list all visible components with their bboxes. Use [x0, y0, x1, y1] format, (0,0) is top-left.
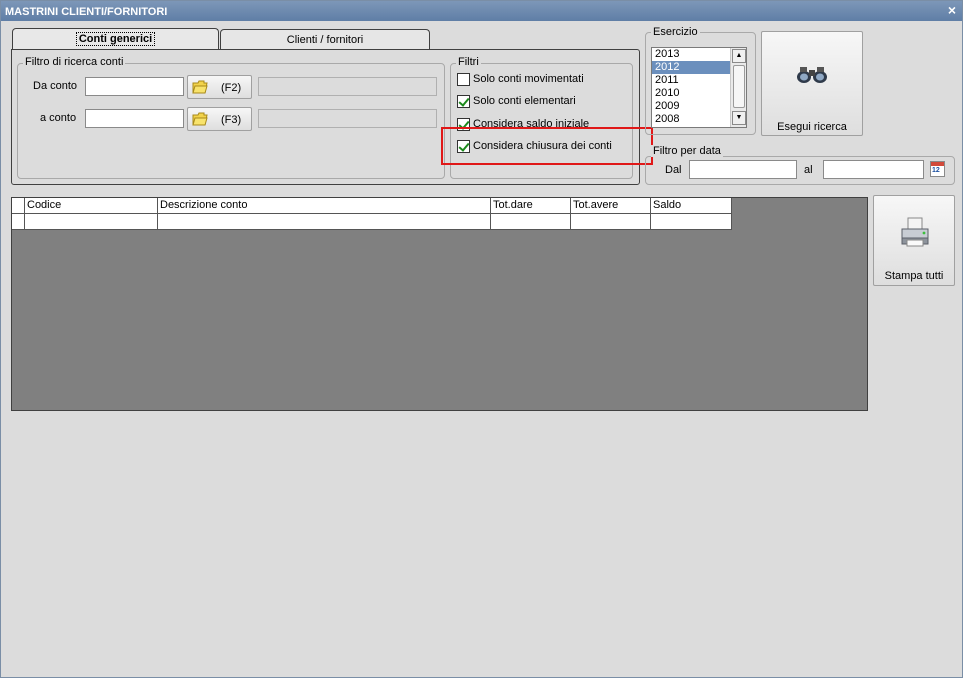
al-label: al	[804, 164, 813, 176]
column-header-descrizione[interactable]: Descrizione conto	[158, 198, 491, 214]
stampa-tutti-button[interactable]: Stampa tutti	[873, 195, 955, 286]
row-indicator	[12, 214, 25, 230]
grid-header: Codice Descrizione conto Tot.dare Tot.av…	[12, 198, 732, 214]
tab-label: Clienti / fornitori	[286, 34, 364, 46]
dal-date-input[interactable]	[689, 160, 797, 179]
main-window: MASTRINI CLIENTI/FORNITORI × Conti gener…	[0, 0, 963, 678]
esegui-ricerca-button[interactable]: Esegui ricerca	[761, 31, 863, 136]
table-cell[interactable]	[25, 214, 158, 230]
f3-label: (F3)	[221, 114, 242, 126]
tab-conti-generici[interactable]: Conti generici	[12, 28, 219, 50]
a-conto-browse-button[interactable]: (F3)	[187, 107, 252, 131]
a-conto-label: a conto	[40, 112, 77, 124]
stampa-tutti-label: Stampa tutti	[884, 270, 944, 282]
calendar-day: 12	[932, 167, 940, 174]
table-cell[interactable]	[158, 214, 491, 230]
printer-icon	[901, 217, 929, 247]
filtro-ricerca-label: Filtro di ricerca conti	[23, 56, 126, 68]
checkbox-solo-movimentati[interactable]	[457, 73, 470, 86]
da-conto-browse-button[interactable]: (F2)	[187, 75, 252, 99]
checkbox-label: Solo conti movimentati	[473, 73, 584, 85]
scroll-down-icon[interactable]: ▼	[732, 111, 746, 125]
filtro-data-label: Filtro per data	[651, 145, 723, 157]
da-conto-description	[258, 77, 437, 96]
column-header-saldo[interactable]: Saldo	[651, 198, 732, 214]
f2-label: (F2)	[221, 82, 242, 94]
checkbox-label: Solo conti elementari	[473, 95, 576, 107]
window-title: MASTRINI CLIENTI/FORNITORI	[5, 6, 168, 18]
a-conto-description	[258, 109, 437, 128]
a-conto-input[interactable]	[85, 109, 184, 128]
listbox-scrollbar[interactable]: ▲ ▼	[730, 48, 746, 127]
da-conto-input[interactable]	[85, 77, 184, 96]
folder-icon	[192, 112, 208, 126]
table-cell[interactable]	[491, 214, 571, 230]
table-cell[interactable]	[651, 214, 732, 230]
column-header-tot-dare[interactable]: Tot.dare	[491, 198, 571, 214]
folder-icon	[192, 80, 208, 94]
esegui-ricerca-label: Esegui ricerca	[777, 121, 847, 133]
tab-clienti-fornitori[interactable]: Clienti / fornitori	[220, 29, 430, 50]
filtri-label: Filtri	[456, 56, 481, 68]
binoculars-icon	[797, 67, 827, 83]
scroll-thumb[interactable]	[733, 65, 745, 108]
tab-label: Conti generici	[75, 32, 156, 46]
al-date-input[interactable]	[823, 160, 924, 179]
da-conto-label: Da conto	[33, 80, 78, 92]
esercizio-listbox[interactable]: 2013 2012 2011 2010 2009 2008 ▲ ▼	[651, 47, 747, 128]
calendar-icon[interactable]: 12	[930, 161, 945, 177]
esercizio-label: Esercizio	[651, 26, 700, 38]
title-bar: MASTRINI CLIENTI/FORNITORI ×	[1, 1, 962, 21]
scroll-up-icon[interactable]: ▲	[732, 49, 746, 63]
close-icon[interactable]: ×	[948, 3, 956, 17]
row-indicator-header	[12, 198, 25, 214]
table-row[interactable]	[12, 214, 732, 230]
column-header-tot-avere[interactable]: Tot.avere	[571, 198, 651, 214]
table-cell[interactable]	[571, 214, 651, 230]
checkbox-solo-elementari[interactable]	[457, 95, 470, 108]
column-header-codice[interactable]: Codice	[25, 198, 158, 214]
dal-label: Dal	[665, 164, 682, 176]
highlight-annotation	[441, 127, 653, 165]
results-grid[interactable]: Codice Descrizione conto Tot.dare Tot.av…	[11, 197, 868, 411]
